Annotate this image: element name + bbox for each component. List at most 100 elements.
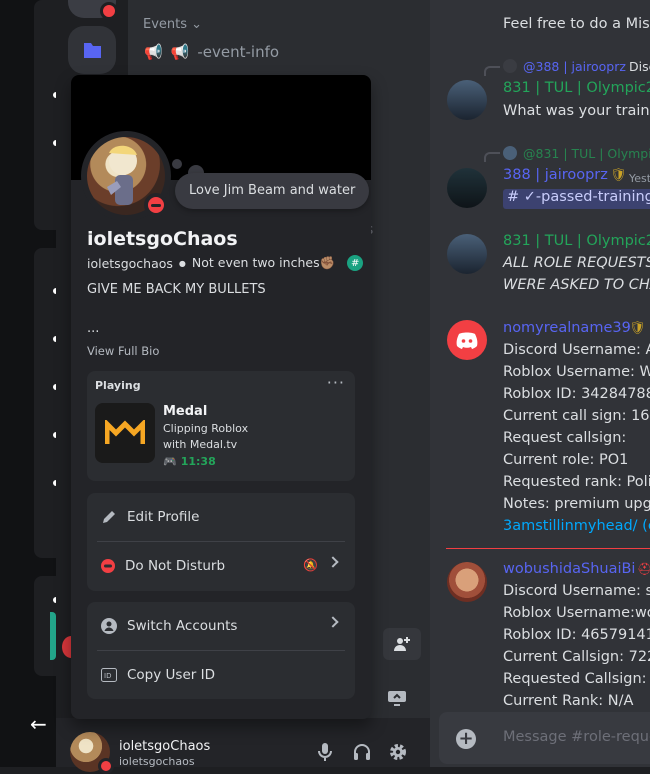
- copy-user-id-button[interactable]: ID Copy User ID: [87, 651, 355, 699]
- message-author[interactable]: 831 | TUL | Olympic20: [503, 233, 650, 249]
- chevron-right-icon: [327, 616, 339, 628]
- message-text: Request callsign:: [503, 430, 627, 446]
- reply-text: Disc: [629, 59, 650, 74]
- edit-profile-label: Edit Profile: [127, 509, 200, 525]
- profile-username[interactable]: ioletsgochaos: [87, 256, 173, 271]
- activity-elapsed: 🎮 11:38: [163, 455, 216, 468]
- message-author[interactable]: 388 | jairooprz: [503, 167, 608, 183]
- view-full-bio-link[interactable]: View Full Bio: [87, 344, 159, 358]
- message-input-placeholder: Message #role-reques: [503, 729, 650, 745]
- strip-block: [34, 248, 56, 558]
- message-text: Current call sign: 164: [503, 408, 650, 424]
- avatar[interactable]: [447, 234, 487, 274]
- dnd-icon: [101, 559, 115, 573]
- svg-text:ID: ID: [104, 672, 111, 680]
- message-text: Notes: premium upgra: [503, 496, 650, 512]
- message-text: Feel free to do a Misc: [503, 16, 650, 32]
- message-author[interactable]: nomyrealname39: [503, 320, 631, 336]
- screen-share-button[interactable]: [377, 684, 417, 712]
- account-actions-card: Switch Accounts ID Copy User ID: [87, 602, 355, 699]
- elapsed-time: 11:38: [180, 455, 216, 468]
- message-author[interactable]: 831 | TUL | Olympic20: [503, 80, 650, 96]
- profile-pronouns: Not even two inches✊🏽: [191, 255, 336, 270]
- profile-actions-card: Edit Profile Do Not Disturb 🔕: [87, 493, 355, 591]
- custom-status-bubble[interactable]: Love Jim Beam and water: [175, 173, 370, 209]
- message-text: Discord Username: slo: [503, 583, 650, 599]
- status-bubble-dot: [172, 159, 182, 169]
- message-text: Requested rank: Polic: [503, 474, 650, 490]
- left-window-strip: ←: [0, 0, 59, 767]
- message-text: Current Callsign: 722: [503, 649, 650, 665]
- message-text: ALL ROLE REQUESTS: [503, 255, 650, 271]
- back-arrow-icon[interactable]: ←: [30, 712, 50, 736]
- message-link[interactable]: 3amstillinmyhead/ (edi: [503, 518, 650, 534]
- gamepad-icon: 🎮: [163, 455, 177, 468]
- message-text: WERE ASKED TO CHA: [503, 277, 650, 293]
- avatar[interactable]: [447, 562, 487, 602]
- user-panel: ioletsgoChaos ioletsgochaos: [56, 718, 430, 774]
- chat-area: Feel free to do a Misc @388 | jairooprz …: [430, 0, 650, 767]
- chevron-right-icon: [327, 556, 339, 568]
- avatar[interactable]: [447, 80, 487, 120]
- bell-muted-icon: 🔕: [303, 558, 318, 572]
- medal-app-icon: [95, 403, 155, 463]
- activity-name: Medal: [163, 404, 208, 419]
- channel-mention[interactable]: # ✓-passed-training: [503, 189, 650, 209]
- activity-card: Playing ··· Medal Clipping Roblox with M…: [87, 371, 355, 481]
- more-options-icon[interactable]: ···: [327, 373, 345, 392]
- reply-user[interactable]: @831 | TUL | Olympic: [523, 146, 650, 161]
- reply-user[interactable]: @388 | jairooprz: [523, 59, 626, 74]
- switch-accounts-label: Switch Accounts: [127, 618, 238, 634]
- message-input[interactable]: + Message #role-reques: [439, 712, 650, 764]
- announcement-channel-icon: 📢: [144, 43, 163, 61]
- selected-indicator: [50, 612, 56, 660]
- message-text: Current Rank: N/A: [503, 693, 634, 709]
- message-text: Roblox ID: 342847883: [503, 386, 650, 402]
- profile-username-line: ioletsgochaos ● Not even two inches✊🏽 #: [87, 255, 364, 271]
- message-text: Roblox ID: 4657914189: [503, 627, 650, 643]
- add-attachment-icon[interactable]: +: [456, 729, 476, 749]
- activity-details: Clipping Roblox: [163, 422, 249, 435]
- message-author[interactable]: wobushidaShuaiBi: [503, 561, 635, 577]
- activity-header: Playing: [95, 379, 141, 392]
- add-user-icon: [394, 637, 410, 651]
- do-not-disturb-button[interactable]: Do Not Disturb 🔕: [87, 542, 355, 590]
- switch-accounts-button[interactable]: Switch Accounts: [87, 602, 355, 650]
- channel-name: -event-info: [197, 43, 280, 61]
- edit-profile-button[interactable]: Edit Profile: [87, 493, 355, 541]
- dnd-status-badge: [144, 193, 168, 217]
- user-display-name: ioletsgoChaos: [119, 739, 211, 754]
- folder-icon[interactable]: [68, 26, 116, 74]
- profile-bio-more: ...: [87, 321, 100, 336]
- headphones-icon[interactable]: [352, 742, 372, 766]
- new-messages-divider: [446, 548, 650, 549]
- message-text: Roblox Username: WS: [503, 364, 650, 380]
- user-username: ioletsgochaos: [119, 755, 195, 768]
- microphone-icon[interactable]: [316, 742, 334, 766]
- category-events[interactable]: Events ⌄: [143, 17, 202, 32]
- message-text: Roblox Username:wob: [503, 605, 650, 621]
- message-text: Requested Callsign: N: [503, 671, 650, 687]
- role-badge-icon: ⛑: [637, 562, 650, 576]
- channel-event-info[interactable]: 📢 📢 -event-info: [144, 43, 279, 61]
- message-text: Current role: PO1: [503, 452, 629, 468]
- message-text: What was your trainin: [503, 103, 650, 119]
- id-card-icon: ID: [101, 668, 117, 682]
- hashtag-badge-icon[interactable]: #: [347, 255, 364, 271]
- add-friend-button[interactable]: [383, 628, 421, 660]
- timestamp: Yest: [629, 172, 650, 185]
- do-not-disturb-label: Do Not Disturb: [125, 558, 226, 574]
- reply-spine: [484, 66, 500, 76]
- dnd-status-icon: [98, 758, 114, 774]
- server-icon[interactable]: [68, 0, 118, 20]
- profile-display-name: ioletsgoChaos: [87, 228, 238, 250]
- profile-bio: GIVE ME BACK MY BULLETS: [87, 282, 266, 297]
- avatar[interactable]: [447, 168, 487, 208]
- settings-gear-icon[interactable]: [388, 742, 408, 766]
- account-circle-icon: [101, 618, 117, 634]
- avatar[interactable]: [447, 320, 487, 360]
- strip-block: [34, 0, 56, 230]
- screen-share-icon: [388, 691, 406, 706]
- role-badge-icon: 🛡: [629, 321, 646, 336]
- message-text: Discord Username: An: [503, 342, 650, 358]
